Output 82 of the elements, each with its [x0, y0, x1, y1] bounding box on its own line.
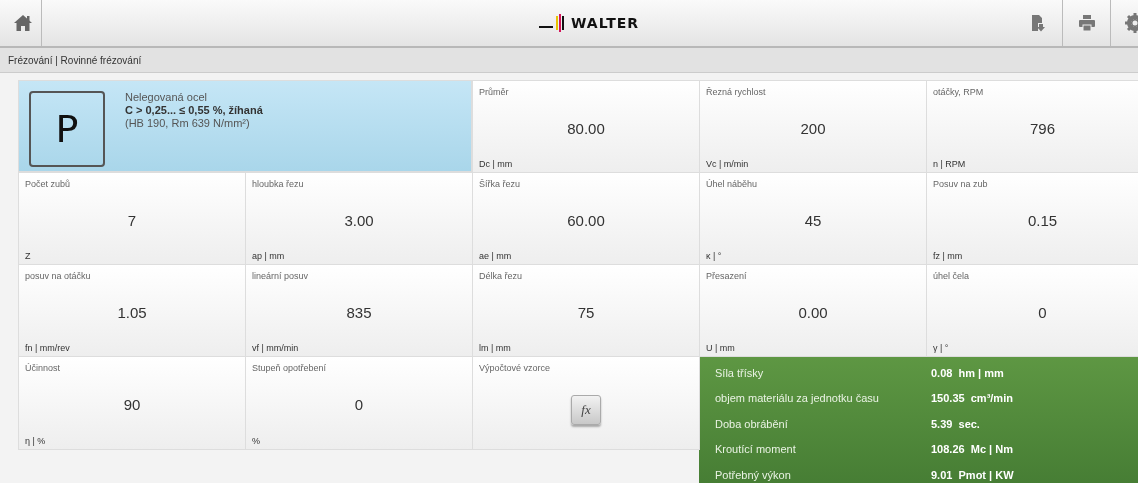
- parameter-label: hloubka řezu: [252, 179, 305, 189]
- result-label: Síla třísky: [715, 366, 765, 379]
- result-label: Potřebný výkon: [715, 468, 792, 481]
- parameter-label: Průměr: [479, 87, 510, 97]
- parameter-label: Posuv na zub: [933, 179, 989, 189]
- parameter-label: Řezná rychlost: [706, 87, 767, 97]
- parameter-unit: ae | mm: [479, 251, 513, 261]
- parameter-value: 0.00: [797, 302, 829, 323]
- parameter-tile[interactable]: Úhel náběhu 45 κ | °: [699, 172, 927, 265]
- parameter-unit: U | mm: [706, 343, 736, 353]
- parameter-tile[interactable]: Posuv na zub 0.15 fz | mm: [926, 172, 1138, 265]
- result-value: 108.26 Mc | Nm: [931, 443, 1014, 456]
- parameter-tile[interactable]: hloubka řezu 3.00 ap | mm: [245, 172, 473, 265]
- parameter-tile[interactable]: Šířka řezu 60.00 ae | mm: [472, 172, 700, 265]
- result-value: 9.01 Pmot | KW: [931, 468, 1015, 481]
- breadcrumb: Frézování | Rovinné frézování: [8, 54, 142, 66]
- parameter-label: Úhel náběhu: [706, 179, 759, 189]
- settings-icon: [1124, 13, 1138, 33]
- parameter-tile[interactable]: Počet zubů 7 Z: [18, 172, 246, 265]
- parameter-unit: lm | mm: [479, 343, 512, 353]
- parameter-unit: Vc | m/min: [706, 159, 750, 169]
- result-label: Doba obrábění: [715, 417, 789, 430]
- parameter-label: otáčky, RPM: [933, 87, 985, 97]
- parameter-label: lineární posuv: [252, 271, 310, 281]
- parameter-value: 80.00: [566, 118, 606, 139]
- parameter-label: posuv na otáčku: [25, 271, 92, 281]
- parameter-label: Účinnost: [25, 363, 61, 373]
- parameter-tile[interactable]: Délka řezu 75 lm | mm: [472, 264, 700, 357]
- parameter-value: 1.05: [116, 302, 148, 323]
- parameter-label: úhel čela: [933, 271, 971, 281]
- document-arrow-icon: [1031, 14, 1045, 32]
- parameter-label: Počet zubů: [25, 179, 72, 189]
- parameter-label: Šířka řezu: [479, 179, 521, 189]
- parameter-value: 835: [345, 302, 373, 323]
- parameter-tile[interactable]: Průměr 80.00 Dc | mm: [472, 80, 700, 173]
- parameter-tile[interactable]: Účinnost 90 η | %: [18, 356, 246, 450]
- parameter-value: 3.00: [343, 210, 375, 231]
- parameter-unit: ap | mm: [252, 251, 286, 261]
- parameter-tile[interactable]: otáčky, RPM 796 n | RPM: [926, 80, 1138, 173]
- parameter-value: 0: [1037, 302, 1048, 323]
- formula-button[interactable]: fx: [571, 394, 601, 425]
- parameter-tile[interactable]: lineární posuv 835 vf | mm/min: [245, 264, 473, 357]
- parameter-tile[interactable]: Přesazení 0.00 U | mm: [699, 264, 927, 357]
- material-group-box: P: [29, 91, 105, 167]
- parameter-value: 7: [126, 210, 138, 231]
- formula-label: Výpočtové vzorce: [479, 363, 552, 373]
- parameter-tile[interactable]: Řezná rychlost 200 Vc | m/min: [699, 80, 927, 173]
- parameter-value: 200: [799, 118, 827, 139]
- material-hardness: (HB 190, Rm 639 N/mm²): [125, 117, 251, 129]
- material-name: Nelegovaná ocel: [125, 91, 208, 103]
- parameter-value: 0: [353, 395, 365, 415]
- result-value: 150.35 cm³/min: [931, 392, 1014, 405]
- result-value: 5.39 sec.: [931, 417, 981, 430]
- parameter-label: Stupeň opotřebení: [252, 363, 328, 373]
- parameter-unit: n | RPM: [933, 159, 967, 169]
- logo-text: WALTER: [571, 15, 640, 31]
- result-value: 0.08 hm | mm: [931, 366, 1005, 379]
- parameter-value: 60.00: [566, 210, 606, 231]
- result-label: Kroutící moment: [715, 443, 797, 456]
- home-icon: [12, 14, 33, 32]
- parameter-unit: fn | mm/rev: [25, 343, 71, 353]
- parameter-unit: η | %: [25, 436, 47, 446]
- parameter-tile[interactable]: posuv na otáčku 1.05 fn | mm/rev: [18, 264, 246, 357]
- printer-icon: [1077, 14, 1096, 32]
- parameter-unit: fz | mm: [933, 251, 964, 261]
- parameter-value: 796: [1029, 118, 1056, 139]
- material-grade: C > 0,25... ≤ 0,55 %, žíhaná: [125, 104, 263, 116]
- parameter-unit: Dc | mm: [479, 159, 514, 169]
- parameter-label: Délka řezu: [479, 271, 524, 281]
- parameter-value: 45: [803, 210, 823, 231]
- parameter-unit: κ | °: [706, 251, 723, 261]
- parameter-label: Přesazení: [706, 271, 748, 281]
- parameter-unit: γ | °: [933, 343, 950, 353]
- parameter-unit: vf | mm/min: [252, 343, 300, 353]
- parameter-unit: %: [252, 436, 261, 446]
- parameter-value: 0.15: [1026, 210, 1059, 231]
- parameter-value: 90: [122, 395, 142, 415]
- parameter-unit: Z: [25, 251, 32, 261]
- result-label: objem materiálu za jednotku času: [715, 392, 880, 405]
- parameter-tile[interactable]: Stupeň opotřebení 0 %: [245, 356, 473, 450]
- parameter-tile[interactable]: úhel čela 0 γ | °: [926, 264, 1138, 357]
- parameter-value: 75: [576, 302, 596, 323]
